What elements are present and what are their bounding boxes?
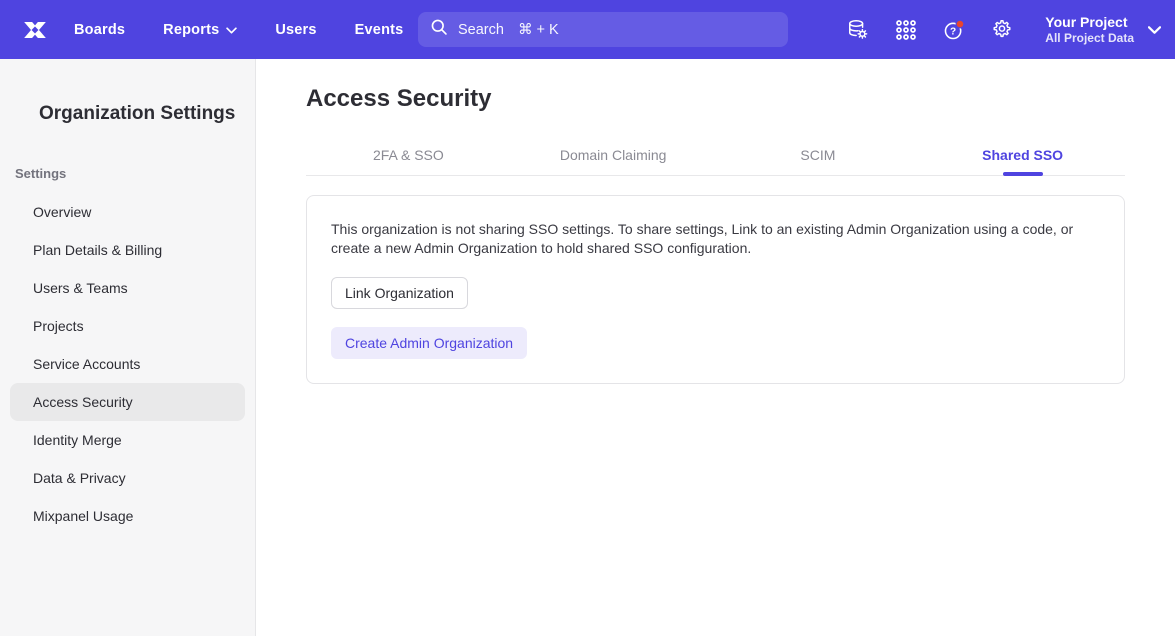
shared-sso-description: This organization is not sharing SSO set… — [331, 220, 1091, 258]
project-name: Your Project — [1045, 14, 1134, 31]
sidebar-item-access-security[interactable]: Access Security — [10, 383, 245, 421]
data-management-icon[interactable] — [847, 19, 869, 41]
nav-item-label: Reports — [163, 22, 219, 38]
sidebar-item-data-privacy[interactable]: Data & Privacy — [10, 459, 245, 497]
nav-item-label: Boards — [74, 22, 125, 38]
mixpanel-logo[interactable] — [18, 15, 52, 45]
tab-label: 2FA & SSO — [373, 147, 444, 163]
top-nav: Boards Reports Users Events Search⌘ + K — [0, 0, 1175, 59]
tab-scim[interactable]: SCIM — [716, 135, 921, 175]
tab-label: SCIM — [800, 147, 835, 163]
settings-sidebar: Organization Settings Settings Overview … — [0, 59, 256, 636]
tab-label: Shared SSO — [982, 147, 1063, 163]
sidebar-item-projects[interactable]: Projects — [10, 307, 245, 345]
main-content: Access Security 2FA & SSO Domain Claimin… — [256, 59, 1175, 636]
tab-2fa-sso[interactable]: 2FA & SSO — [306, 135, 511, 175]
tab-shared-sso[interactable]: Shared SSO — [920, 135, 1125, 175]
svg-text:?: ? — [950, 26, 956, 37]
nav-item-label: Users — [275, 22, 316, 38]
search-placeholder: Search⌘ + K — [458, 22, 559, 38]
page-title: Access Security — [306, 84, 1125, 113]
active-tab-indicator — [1003, 172, 1043, 176]
tab-bar: 2FA & SSO Domain Claiming SCIM Shared SS… — [306, 135, 1125, 176]
settings-gear-icon[interactable] — [991, 19, 1013, 41]
sidebar-section-label: Settings — [0, 166, 255, 181]
sidebar-title: Organization Settings — [0, 103, 255, 125]
search-input[interactable]: Search⌘ + K — [418, 12, 788, 47]
sidebar-item-overview[interactable]: Overview — [10, 193, 245, 231]
chevron-down-icon — [1148, 21, 1161, 39]
project-switcher[interactable]: Your Project All Project Data — [1045, 14, 1161, 46]
chevron-down-icon — [226, 22, 237, 38]
apps-grid-icon[interactable] — [895, 19, 917, 41]
nav-item-reports[interactable]: Reports — [163, 22, 237, 38]
sidebar-item-plan-details-billing[interactable]: Plan Details & Billing — [10, 231, 245, 269]
project-switcher-labels: Your Project All Project Data — [1045, 14, 1134, 46]
nav-item-events[interactable]: Events — [355, 22, 404, 38]
project-scope: All Project Data — [1045, 31, 1134, 46]
link-organization-button[interactable]: Link Organization — [331, 277, 468, 309]
sidebar-item-users-teams[interactable]: Users & Teams — [10, 269, 245, 307]
nav-right-cluster: ? Your Project All Project Data — [847, 0, 1161, 59]
nav-item-label: Events — [355, 22, 404, 38]
help-icon[interactable]: ? — [943, 19, 965, 41]
sidebar-item-mixpanel-usage[interactable]: Mixpanel Usage — [10, 497, 245, 535]
sidebar-item-identity-merge[interactable]: Identity Merge — [10, 421, 245, 459]
nav-item-boards[interactable]: Boards — [74, 22, 125, 38]
sidebar-item-service-accounts[interactable]: Service Accounts — [10, 345, 245, 383]
tab-label: Domain Claiming — [560, 147, 667, 163]
search-icon — [430, 18, 448, 41]
create-admin-organization-button[interactable]: Create Admin Organization — [331, 327, 527, 359]
nav-item-users[interactable]: Users — [275, 22, 316, 38]
primary-nav: Boards Reports Users Events — [74, 22, 403, 38]
notification-badge — [956, 20, 964, 28]
tab-domain-claiming[interactable]: Domain Claiming — [511, 135, 716, 175]
shared-sso-card: This organization is not sharing SSO set… — [306, 195, 1125, 384]
